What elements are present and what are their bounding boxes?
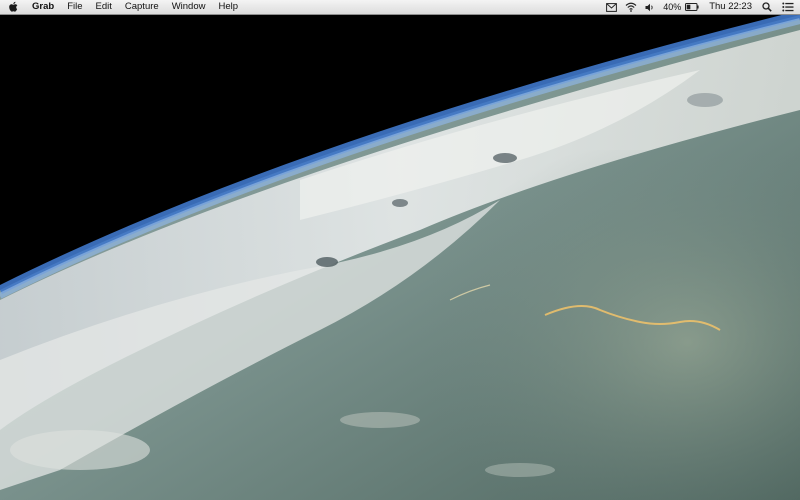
menu-file[interactable]: File bbox=[67, 0, 82, 14]
menu-clock[interactable]: Thu 22:23 bbox=[709, 0, 752, 14]
wifi-icon[interactable] bbox=[625, 0, 637, 14]
apple-logo-icon[interactable] bbox=[8, 1, 18, 13]
menu-app-grab[interactable]: Grab bbox=[32, 0, 54, 14]
mail-icon[interactable] bbox=[606, 0, 618, 14]
spotlight-search-icon[interactable] bbox=[762, 0, 772, 14]
menu-bar: Grab File Edit Capture Window Help 40% T… bbox=[0, 0, 800, 15]
volume-icon[interactable] bbox=[645, 0, 655, 14]
menu-edit[interactable]: Edit bbox=[96, 0, 112, 14]
notification-center-icon[interactable] bbox=[782, 0, 794, 14]
desktop-wallpaper bbox=[0, 0, 800, 500]
battery-icon[interactable] bbox=[685, 0, 699, 14]
menu-capture[interactable]: Capture bbox=[125, 0, 159, 14]
desktop: Grab File Edit Capture Window Help 40% T… bbox=[0, 0, 800, 500]
battery-percent[interactable]: 40% bbox=[663, 0, 681, 14]
menu-bar-left: Grab File Edit Capture Window Help bbox=[8, 0, 251, 14]
menu-help[interactable]: Help bbox=[218, 0, 238, 14]
menu-bar-status-area: 40% Thu 22:23 bbox=[598, 0, 794, 14]
menu-window[interactable]: Window bbox=[172, 0, 206, 14]
